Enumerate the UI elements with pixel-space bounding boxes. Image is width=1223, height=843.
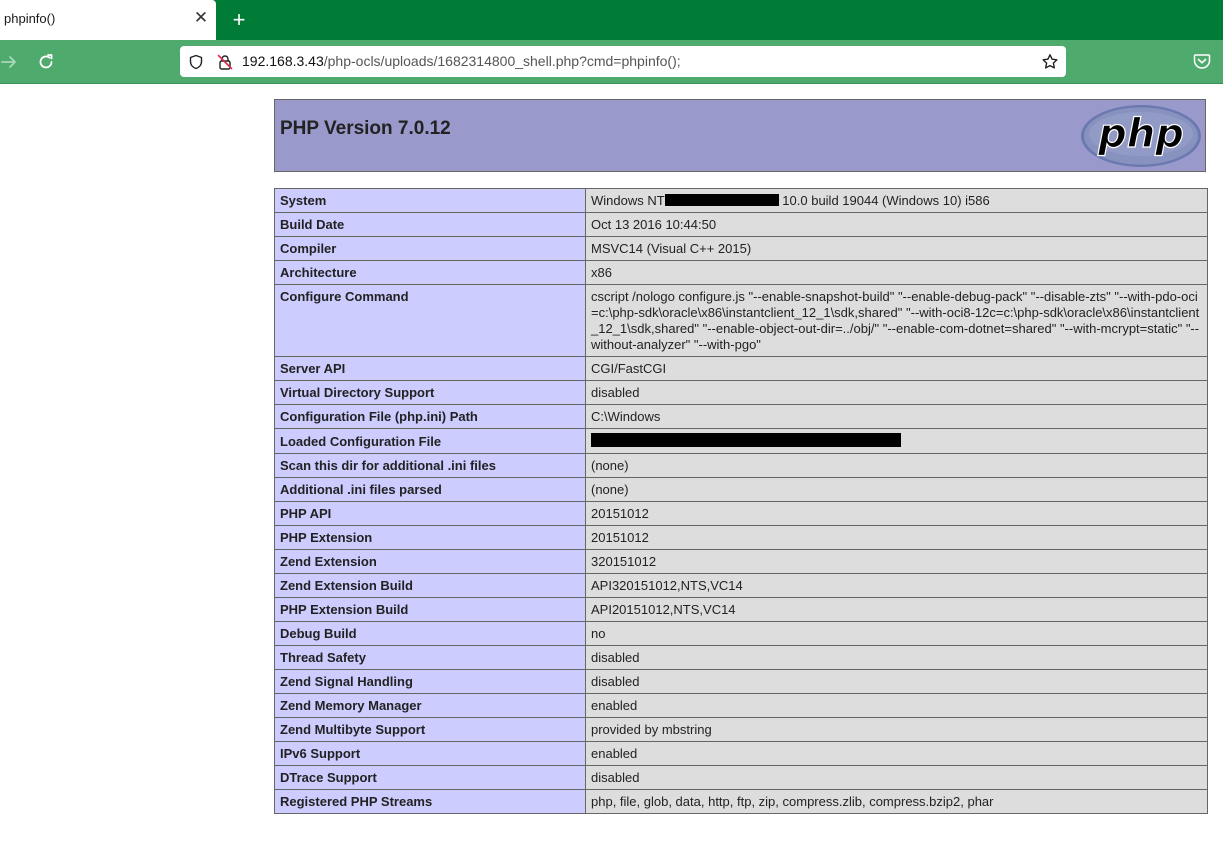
row-value: Oct 13 2016 10:44:50 [585,212,1208,237]
phpinfo-header: PHP Version 7.0.12 php [274,99,1206,172]
row-value: 20151012 [585,525,1208,550]
table-row: Configuration File (php.ini) Path C:\Wind… [274,404,1208,429]
row-key: Configure Command [274,284,586,357]
table-row: Loaded Configuration File [274,428,1208,454]
row-key: PHP API [274,501,586,526]
star-icon[interactable] [1041,53,1059,71]
tab-title: phpinfo() [4,11,56,26]
table-row: System Windows NT 10.0 build 19044 (Windo… [274,188,1208,213]
row-value: 320151012 [585,549,1208,574]
row-value: CGI/FastCGI [585,356,1208,381]
plus-icon[interactable]: + [229,9,249,31]
row-key: Zend Signal Handling [274,669,586,694]
row-value: C:\Windows [585,404,1208,429]
table-row: PHP Extension Build API20151012,NTS,VC14 [274,597,1208,622]
address-bar[interactable]: 192.168.3.43/php-ocls/uploads/1682314800… [180,46,1066,77]
row-value: disabled [585,765,1208,790]
row-key: Zend Extension Build [274,573,586,598]
table-row: Debug Build no [274,621,1208,646]
url-text[interactable]: 192.168.3.43/php-ocls/uploads/1682314800… [242,53,681,69]
php-logo: php [1081,105,1201,167]
navigation-toolbar: 192.168.3.43/php-ocls/uploads/1682314800… [0,40,1223,84]
table-row: IPv6 Support enabled [274,741,1208,766]
table-row: Compiler MSVC14 (Visual C++ 2015) [274,236,1208,261]
row-value: 20151012 [585,501,1208,526]
row-value: disabled [585,645,1208,670]
page-title: PHP Version 7.0.12 [280,118,451,139]
row-value: x86 [585,260,1208,285]
row-key: System [274,188,586,213]
phpinfo-table: System Windows NT 10.0 build 19044 (Windo… [274,188,1208,814]
row-value: API20151012,NTS,VC14 [585,597,1208,622]
row-key: Compiler [274,236,586,261]
table-row: Build Date Oct 13 2016 10:44:50 [274,212,1208,237]
table-row: Server API CGI/FastCGI [274,356,1208,381]
row-value: disabled [585,669,1208,694]
table-row: Zend Extension 320151012 [274,549,1208,574]
table-row: PHP Extension 20151012 [274,525,1208,550]
row-value: (none) [585,477,1208,502]
row-key: PHP Extension [274,525,586,550]
shield-icon[interactable] [188,54,204,70]
page-content: PHP Version 7.0.12 php System Windows NT … [0,84,1223,843]
row-value-prefix: Windows NT [591,193,665,208]
row-key: Thread Safety [274,645,586,670]
row-key: Zend Memory Manager [274,693,586,718]
row-key: Configuration File (php.ini) Path [274,404,586,429]
row-key: IPv6 Support [274,741,586,766]
row-value [585,428,1208,454]
row-key: Additional .ini files parsed [274,477,586,502]
row-value: enabled [585,693,1208,718]
row-value: disabled [585,380,1208,405]
row-key: Build Date [274,212,586,237]
table-row: Virtual Directory Support disabled [274,380,1208,405]
url-host: 192.168.3.43 [242,53,324,69]
tab-phpinfo[interactable]: phpinfo() ✕ [0,0,216,40]
row-value-suffix: 10.0 build 19044 (Windows 10) i586 [778,193,990,208]
table-row: Zend Signal Handling disabled [274,669,1208,694]
row-key: Server API [274,356,586,381]
close-icon[interactable]: ✕ [193,9,209,26]
row-key: Virtual Directory Support [274,380,586,405]
redaction-bar [591,433,901,447]
row-key: Loaded Configuration File [274,428,586,454]
row-value: enabled [585,741,1208,766]
row-value: Windows NT 10.0 build 19044 (Windows 10)… [585,188,1208,213]
table-row: Additional .ini files parsed (none) [274,477,1208,502]
table-row: Zend Memory Manager enabled [274,693,1208,718]
row-key: Scan this dir for additional .ini files [274,453,586,478]
table-row: Zend Extension Build API320151012,NTS,VC1… [274,573,1208,598]
table-row: PHP API 20151012 [274,501,1208,526]
row-key: DTrace Support [274,765,586,790]
row-value: provided by mbstring [585,717,1208,742]
row-key: Architecture [274,260,586,285]
table-row: Scan this dir for additional .ini files(… [274,453,1208,478]
pocket-icon[interactable] [1193,52,1211,70]
row-value: cscript /nologo configure.js "--enable-s… [585,284,1208,357]
row-key: Registered PHP Streams [274,789,586,814]
row-value: no [585,621,1208,646]
redaction-bar [664,194,779,206]
php-logo-text: php [1097,111,1184,157]
row-key: Zend Multibyte Support [274,717,586,742]
row-value: MSVC14 (Visual C++ 2015) [585,236,1208,261]
table-row: Architecture x86 [274,260,1208,285]
reload-icon[interactable] [36,52,56,72]
table-row: DTrace Support disabled [274,765,1208,790]
arrow-right-icon[interactable] [0,52,20,72]
row-key: PHP Extension Build [274,597,586,622]
table-row: Zend Multibyte Support provided by mbstri… [274,717,1208,742]
row-value: (none) [585,453,1208,478]
table-row: Registered PHP Streams php, file, glob, d… [274,789,1208,814]
url-path: /php-ocls/uploads/1682314800_shell.php?c… [323,53,681,69]
row-key: Zend Extension [274,549,586,574]
row-key: Debug Build [274,621,586,646]
table-row: Configure Command cscript /nologo configu… [274,284,1208,357]
row-value: API320151012,NTS,VC14 [585,573,1208,598]
row-value: php, file, glob, data, http, ftp, zip, c… [585,789,1208,814]
table-row: Thread Safety disabled [274,645,1208,670]
tab-bar: phpinfo() ✕ + [0,0,1223,40]
insecure-lock-icon[interactable] [217,54,233,70]
